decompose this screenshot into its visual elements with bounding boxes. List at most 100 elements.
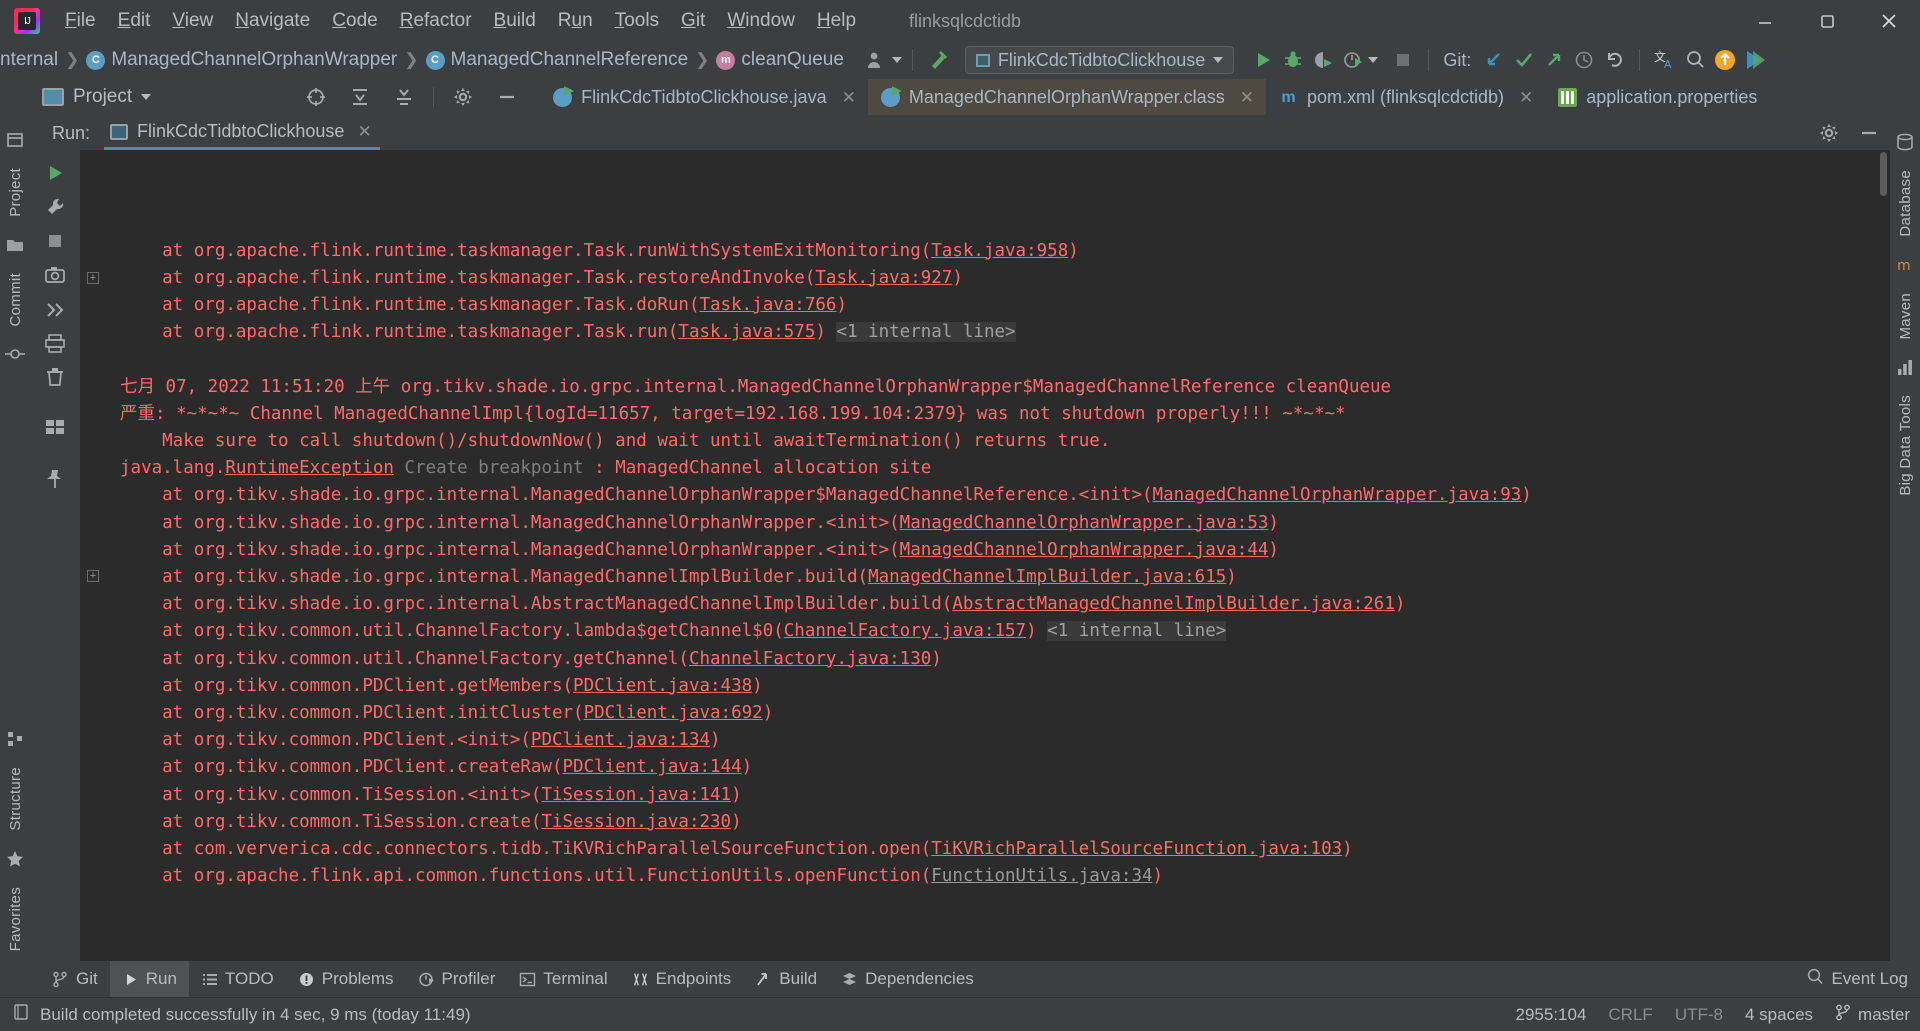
internal-lines-badge[interactable]: <1 internal line> [836, 322, 1016, 343]
git-update-icon[interactable] [1479, 46, 1509, 74]
bottom-tab-todo[interactable]: TODO [189, 961, 286, 997]
bigdata-icon[interactable] [1893, 355, 1917, 379]
menu-item-help[interactable]: Help [806, 10, 867, 32]
close-icon[interactable]: ✕ [357, 122, 371, 142]
stacktrace-link[interactable]: PDClient.java:438 [573, 676, 752, 696]
stacktrace-link[interactable]: Task.java:766 [699, 295, 836, 315]
event-log-button[interactable]: Event Log [1806, 968, 1908, 990]
user-icon[interactable] [862, 46, 892, 74]
layout-icon[interactable] [40, 412, 70, 442]
structure-icon[interactable] [3, 727, 27, 751]
profiler-icon[interactable] [1338, 46, 1368, 74]
hide-icon[interactable] [492, 83, 522, 111]
stop-icon[interactable] [1388, 46, 1418, 74]
sidebar-item-commit[interactable]: Commit [7, 273, 24, 326]
line-separator[interactable]: CRLF [1608, 1005, 1652, 1025]
chevron-down-icon[interactable] [141, 94, 152, 100]
ide-feature-icon[interactable] [1740, 46, 1770, 74]
locate-icon[interactable] [301, 83, 331, 111]
run-tab[interactable]: FlinkCdcTidbtoClickhouse ✕ [104, 116, 380, 150]
internal-lines-badge[interactable]: <1 internal line> [1047, 621, 1227, 642]
git-commit-icon[interactable] [1509, 46, 1539, 74]
run-with-coverage-icon[interactable] [1308, 46, 1338, 74]
sidebar-item-favorites[interactable]: Favorites [7, 887, 24, 951]
pin-icon[interactable] [40, 464, 70, 494]
encoding[interactable]: UTF-8 [1675, 1005, 1723, 1025]
translate-icon[interactable]: 文A [1650, 46, 1680, 74]
bottom-tab-terminal[interactable]: Terminal [507, 961, 619, 997]
console-output[interactable]: at org.apache.flink.runtime.taskmanager.… [106, 150, 1890, 961]
exception-link[interactable]: RuntimeException [225, 458, 394, 478]
sidebar-item-maven[interactable]: Maven [1897, 293, 1914, 340]
history-icon[interactable] [1569, 46, 1599, 74]
stacktrace-link[interactable]: Task.java:958 [931, 241, 1068, 261]
menu-item-code[interactable]: Code [321, 10, 388, 32]
bottom-tab-run[interactable]: Run [109, 961, 189, 997]
thread-dump-icon[interactable] [40, 294, 70, 324]
stacktrace-link[interactable]: Task.java:927 [815, 268, 952, 288]
menu-item-file[interactable]: File [54, 10, 107, 32]
stacktrace-link[interactable]: PDClient.java:692 [584, 703, 763, 723]
git-branch-widget[interactable]: master [1835, 1004, 1910, 1026]
stacktrace-link[interactable]: ChannelFactory.java:157 [784, 621, 1026, 641]
sidebar-item-database[interactable]: Database [1897, 170, 1914, 237]
rollback-icon[interactable] [1599, 46, 1629, 74]
breadcrumb-item[interactable]: C ManagedChannelReference [425, 49, 688, 71]
update-available-icon[interactable] [1710, 46, 1740, 74]
camera-icon[interactable] [40, 260, 70, 290]
favorites-star-icon[interactable] [3, 847, 27, 871]
settings-gear-icon[interactable] [1814, 119, 1844, 147]
caret-position[interactable]: 2955:104 [1516, 1005, 1587, 1025]
stacktrace-link[interactable]: ManagedChannelOrphanWrapper.java:53 [900, 513, 1269, 533]
menu-item-run[interactable]: Run [547, 10, 604, 32]
menu-item-navigate[interactable]: Navigate [224, 10, 321, 32]
menu-item-view[interactable]: View [161, 10, 224, 32]
rerun-icon[interactable] [40, 158, 70, 188]
breadcrumb-item[interactable]: m cleanQueue [716, 49, 844, 71]
stop-icon[interactable] [40, 226, 70, 256]
maven-m-icon[interactable]: m [1893, 253, 1917, 277]
menu-item-refactor[interactable]: Refactor [389, 10, 483, 32]
minimize-icon[interactable] [1734, 0, 1796, 42]
stacktrace-link[interactable]: TiSession.java:141 [541, 785, 731, 805]
print-icon[interactable] [40, 328, 70, 358]
scrollbar-thumb[interactable] [1880, 152, 1887, 196]
chevron-down-icon[interactable] [891, 57, 902, 63]
run-configuration-selector[interactable]: FlinkCdcTidbtoClickhouse [964, 46, 1235, 74]
stacktrace-link[interactable]: Task.java:575 [678, 322, 815, 342]
chevron-down-icon[interactable] [1368, 57, 1379, 63]
bottom-tab-endpoints[interactable]: Endpoints [620, 961, 744, 997]
close-icon[interactable]: ✕ [1240, 88, 1254, 108]
stacktrace-link[interactable]: ManagedChannelOrphanWrapper.java:44 [900, 540, 1269, 560]
expand-all-icon[interactable] [389, 83, 419, 111]
breadcrumb-item[interactable]: nternal [0, 49, 58, 71]
console-scrollbar[interactable] [1877, 150, 1890, 961]
stacktrace-link[interactable]: ManagedChannelOrphanWrapper.java:93 [1153, 485, 1522, 505]
close-icon[interactable]: ✕ [842, 88, 856, 108]
project-panel-icon[interactable] [3, 128, 27, 152]
menu-item-edit[interactable]: Edit [107, 10, 162, 32]
project-panel-title[interactable]: Project [30, 86, 152, 108]
stacktrace-link[interactable]: TiKVRichParallelSourceFunction.java:103 [931, 839, 1342, 859]
menu-item-git[interactable]: Git [670, 10, 716, 32]
wrench-icon[interactable] [40, 192, 70, 222]
close-icon[interactable]: ✕ [1519, 88, 1533, 108]
commit-icon[interactable] [3, 342, 27, 366]
folder-icon[interactable] [3, 233, 27, 257]
sidebar-item-project[interactable]: Project [7, 168, 24, 217]
fold-toggle-icon[interactable]: + [87, 272, 99, 284]
git-push-icon[interactable] [1539, 46, 1569, 74]
bottom-tab-profiler[interactable]: Profiler [406, 961, 508, 997]
indent-setting[interactable]: 4 spaces [1745, 1005, 1813, 1025]
collapse-all-icon[interactable] [345, 83, 375, 111]
breadcrumb-item[interactable]: C ManagedChannelOrphanWrapper [86, 49, 397, 71]
menu-item-build[interactable]: Build [483, 10, 547, 32]
stacktrace-link[interactable]: PDClient.java:144 [563, 757, 742, 777]
build-hammer-icon[interactable] [923, 46, 953, 74]
menu-item-tools[interactable]: Tools [604, 10, 670, 32]
chevron-down-icon[interactable] [1213, 57, 1224, 63]
stacktrace-link[interactable]: ChannelFactory.java:130 [689, 649, 931, 669]
search-everywhere-icon[interactable] [1680, 46, 1710, 74]
sidebar-item-structure[interactable]: Structure [7, 767, 24, 831]
sidebar-item-bigdatatools[interactable]: Big Data Tools [1897, 395, 1914, 496]
